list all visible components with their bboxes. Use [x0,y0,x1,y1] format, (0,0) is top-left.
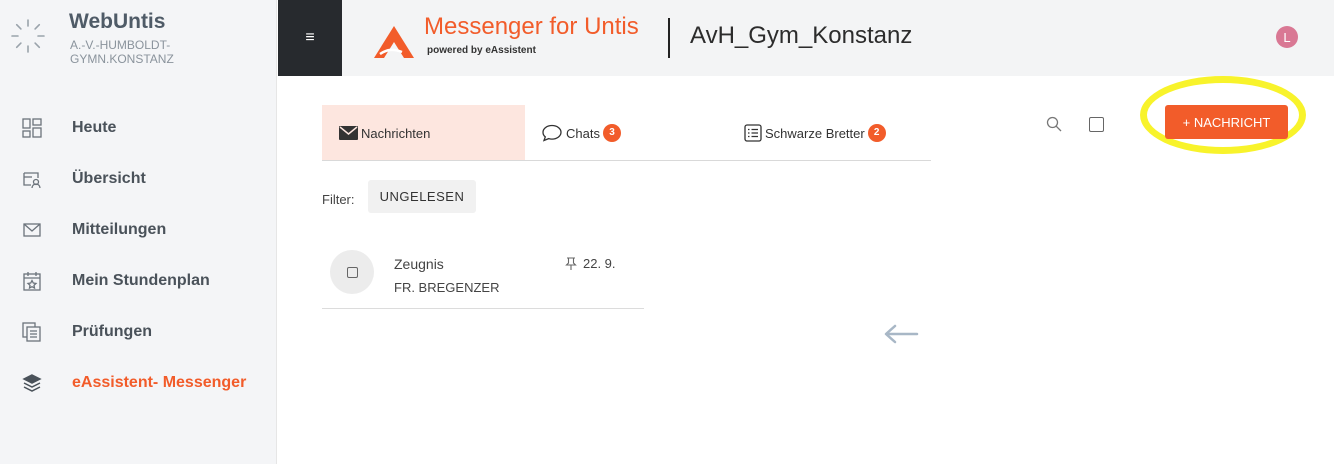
sidebar-nav: Heute Übersicht Mitteilungen Mein Stunde… [0,102,276,408]
tabs-divider [322,160,931,161]
tab-nachrichten[interactable]: Nachrichten [322,105,525,161]
boards-count-badge: 2 [867,124,886,142]
tab-label: Schwarze Bretter [765,125,865,141]
mail-icon [22,220,42,240]
menu-button[interactable]: ≡ [278,0,342,76]
sidebar-item-label: Mein Stundenplan [72,271,210,289]
search-icon[interactable] [1046,116,1062,132]
brand-title: WebUntis [69,10,166,33]
filter-label: Filter: [322,192,355,207]
sidebar-item-label: Mitteilungen [72,220,167,238]
sidebar-item-mitteilungen[interactable]: Mitteilungen [0,204,276,255]
tab-schwarze-bretter[interactable]: Schwarze Bretter 2 [744,105,886,161]
back-arrow-icon[interactable] [883,323,919,345]
school-subtitle-line2: GYMN.KONSTANZ [70,52,174,66]
sidebar-item-label: eAssistent- Messenger [72,373,247,391]
sidebar-item-label: Prüfungen [72,322,152,340]
exams-icon [22,321,42,342]
message-subject: Zeugnis [394,256,444,272]
sidebar-item-pruefungen[interactable]: Prüfungen [0,306,276,357]
message-sender: FR. BREGENZER [394,280,500,295]
messenger-logo-icon [374,26,414,58]
chat-bubble-icon [542,124,562,142]
message-select-checkbox[interactable] [330,250,374,294]
top-bar: Messenger for Untis powered by eAssisten… [342,0,1334,76]
filter-unread-chip[interactable]: UNGELESEN [368,180,476,213]
sidebar-item-label: Heute [72,118,117,136]
select-all-checkbox[interactable] [1089,117,1104,132]
tab-label: Chats [566,125,600,141]
sidebar-item-label: Übersicht [72,169,146,187]
app-title: Messenger for Untis [424,13,639,40]
chats-count-badge: 3 [602,124,621,142]
sidebar-item-uebersicht[interactable]: Übersicht [0,153,276,204]
school-subtitle-line1: A.-V.-HUMBOLDT- [70,38,171,52]
overview-icon [22,169,42,189]
sidebar-item-heute[interactable]: Heute [0,102,276,153]
calendar-star-icon [22,271,42,291]
pin-icon [565,257,577,270]
layers-icon [22,373,42,393]
header-divider [668,18,670,58]
tab-chats[interactable]: Chats 3 [541,105,621,161]
sun-logo-icon [11,19,45,53]
dashboard-icon [22,117,42,138]
message-date-wrap: 22. 9. [565,256,616,271]
brand[interactable]: WebUntis A.-V.-HUMBOLDT- GYMN.KONSTANZ [0,0,276,90]
envelope-icon [339,126,358,140]
school-subtitle: A.-V.-HUMBOLDT- GYMN.KONSTANZ [70,38,250,66]
sidebar: WebUntis A.-V.-HUMBOLDT- GYMN.KONSTANZ H… [0,0,277,464]
sidebar-item-messenger[interactable]: eAssistent- Messenger [0,357,276,408]
school-name: AvH_Gym_Konstanz [690,22,913,49]
checkbox-square-icon [346,266,358,278]
new-message-button[interactable]: + NACHRICHT [1165,105,1288,139]
user-avatar[interactable]: L [1276,26,1298,48]
hamburger-icon: ≡ [305,29,315,46]
app-subtitle: powered by eAssistent [427,45,536,56]
list-board-icon [744,124,762,142]
sidebar-item-stundenplan[interactable]: Mein Stundenplan [0,255,276,306]
message-list-item[interactable]: Zeugnis FR. BREGENZER 22. 9. [322,240,644,309]
tab-label: Nachrichten [361,125,431,141]
message-date: 22. 9. [583,256,616,271]
